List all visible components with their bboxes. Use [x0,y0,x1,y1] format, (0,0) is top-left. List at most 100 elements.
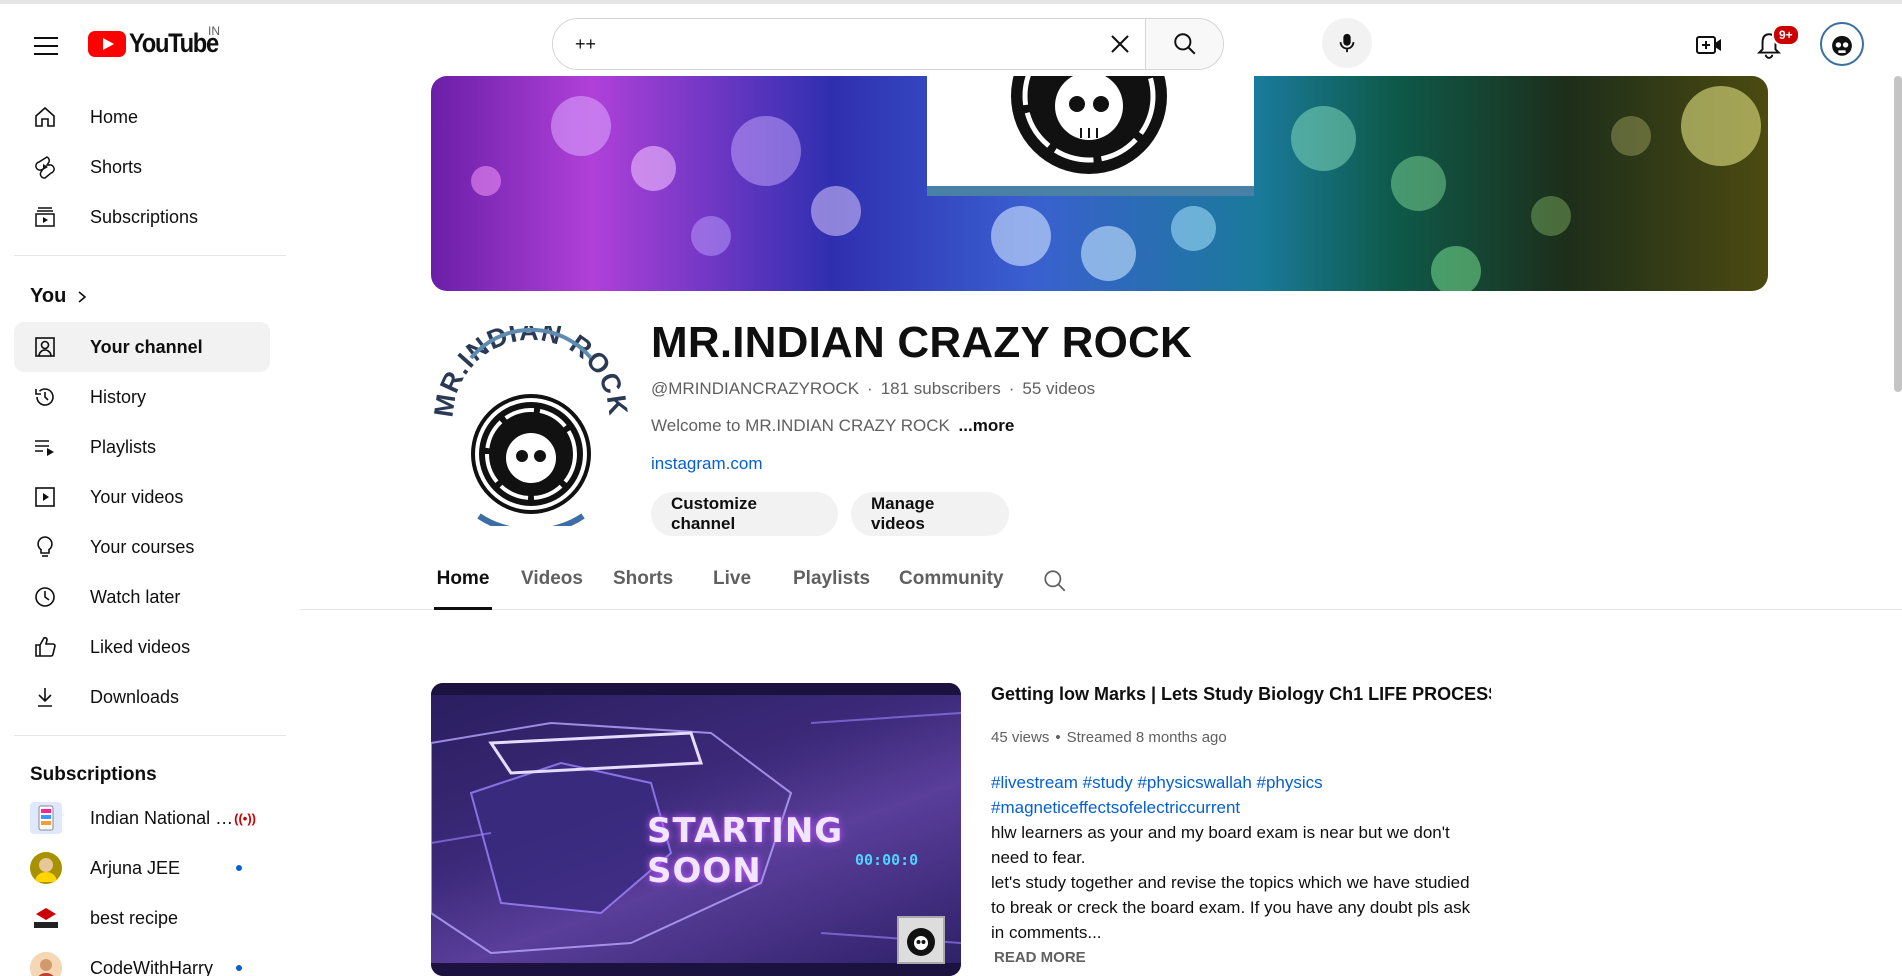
channel-banner [431,76,1768,291]
view-count: 45 views [991,729,1050,746]
search-button[interactable] [1145,19,1223,69]
channel-description[interactable]: Welcome to MR.INDIAN CRAZY ROCK ...more [651,416,1014,436]
channel-logo-icon: MR.INDIAN ROCK [428,316,632,535]
sidebar-item-label: Watch later [90,586,181,607]
sidebar-item-label: Downloads [90,686,180,707]
tab-home[interactable]: Home [434,568,492,610]
channel-search-icon[interactable] [1042,568,1068,599]
channel-name: MR.INDIAN CRAZY ROCK [651,318,1192,367]
sidebar-item-label: Home [90,106,139,127]
description-text: Welcome to MR.INDIAN CRAZY ROCK [651,416,950,435]
subscription-name: best recipe [90,907,179,928]
chevron-right-icon [78,290,87,303]
tab-shorts[interactable]: Shorts [613,568,673,610]
sidebar-item-watch-later[interactable]: Watch later [14,572,270,622]
logo-text: YouTube [129,28,219,58]
microphone-icon [1339,33,1355,53]
channel-handle: @MRINDIANCRAZYROCK [651,379,860,398]
channel-meta: @MRINDIANCRAZYROCK · 181 subscribers · 5… [651,379,1095,399]
customize-channel-button[interactable]: Customize channel [651,492,838,536]
subscriptions-heading: Subscriptions [30,764,157,785]
subscription-item[interactable]: Arjuna JEE [14,843,270,893]
sidebar-item-label: Your courses [90,536,195,557]
your-courses-icon [30,532,60,562]
your-videos-icon [30,482,60,512]
sidebar-item-subscriptions[interactable]: Subscriptions [14,192,270,242]
subscriber-count: 181 subscribers [880,379,1001,398]
hashtags-line[interactable]: #magneticeffectsofelectriccurrent [991,795,1491,820]
skull-logo-icon [1011,76,1167,174]
notifications-button[interactable]: 9+ [1748,24,1800,66]
page-scrollbar[interactable] [1894,76,1902,392]
clear-search-icon[interactable] [1095,19,1145,69]
featured-video-title[interactable]: Getting low Marks | Lets Study Biology C… [991,684,1491,705]
description-line: need to fear. [991,848,1086,867]
channel-avatar-icon [30,952,62,976]
search-icon [1173,33,1195,55]
playlists-icon [30,432,60,462]
sidebar-item-history[interactable]: History [14,372,270,422]
sidebar-item-label: Your videos [90,486,184,507]
channel-avatar-icon [30,852,62,884]
sidebar-item-liked-videos[interactable]: Liked videos [14,622,270,672]
sidebar-item-label: Subscriptions [90,206,199,227]
sidebar-item-playlists[interactable]: Playlists [14,422,270,472]
channel-avatar-icon [30,902,62,934]
shorts-icon [30,152,60,182]
sidebar-item-label: Liked videos [90,636,191,657]
description-line: let's study together and revise the topi… [991,873,1470,892]
streamed-date: Streamed 8 months ago [1066,729,1227,746]
search-box [552,18,1224,70]
sidebar-item-label: Shorts [90,156,143,177]
voice-search-button[interactable] [1322,18,1372,68]
new-content-dot [236,865,242,871]
thumbs-up-icon [30,632,60,662]
download-icon [30,682,60,712]
meta-separator: · [1008,379,1015,398]
hashtags-line[interactable]: #livestream #study #physicswallah #physi… [991,770,1491,795]
sidebar-item-label: History [90,386,147,407]
sidebar-item-label: Your channel [90,336,203,357]
subscription-item[interactable]: CodeWithHarry [14,943,270,976]
featured-video-thumbnail[interactable]: STARTING SOON 00:00:0 [431,683,961,976]
tab-community[interactable]: Community [899,568,1004,610]
channel-avatar-icon [30,802,62,834]
subscription-name: CodeWithHarry [90,957,214,976]
notification-badge: 9+ [1772,24,1800,46]
description-line: hlw learners as your and my board exam i… [991,823,1450,842]
tab-playlists[interactable]: Playlists [793,568,870,610]
banner-logo-card [927,76,1254,196]
your-channel-icon [30,332,60,362]
tab-live[interactable]: Live [713,568,751,610]
sidebar-item-downloads[interactable]: Downloads [14,672,270,722]
home-icon [30,102,60,132]
subscription-item[interactable]: Indian National C... ((•)) [14,793,270,843]
skull-avatar-icon [1825,27,1859,61]
subscription-name: Arjuna JEE [90,857,181,878]
sidebar-item-your-channel[interactable]: Your channel [14,322,270,372]
search-input[interactable] [553,19,1095,69]
sidebar-item-your-videos[interactable]: Your videos [14,472,270,522]
tab-videos[interactable]: Videos [521,568,583,610]
account-avatar[interactable] [1820,22,1864,66]
you-section-heading[interactable]: You [30,285,88,308]
manage-videos-button[interactable]: Manage videos [851,492,1009,536]
create-button[interactable] [1688,24,1730,66]
subscription-item[interactable]: best recipe [14,893,270,943]
read-more-link[interactable]: READ MORE [994,949,1086,966]
featured-video-description: #livestream #study #physicswallah #physi… [991,770,1491,945]
you-heading-label: You [30,285,67,307]
channel-link[interactable]: instagram.com [651,454,762,474]
description-line: to break or creck the board exam. If you… [991,898,1471,917]
thumbnail-logo-badge [897,916,945,964]
youtube-play-icon [88,30,126,57]
channel-avatar[interactable]: MR.INDIAN ROCK [428,316,632,535]
sidebar-item-shorts[interactable]: Shorts [14,142,270,192]
sidebar-item-your-courses[interactable]: Your courses [14,522,270,572]
subscription-name: Indian National C... [90,807,240,828]
video-count: 55 videos [1022,379,1096,398]
menu-icon[interactable] [26,26,66,66]
more-link[interactable]: ...more [959,416,1015,435]
sidebar-item-home[interactable]: Home [14,92,270,142]
description-line: in comments... [991,923,1102,942]
